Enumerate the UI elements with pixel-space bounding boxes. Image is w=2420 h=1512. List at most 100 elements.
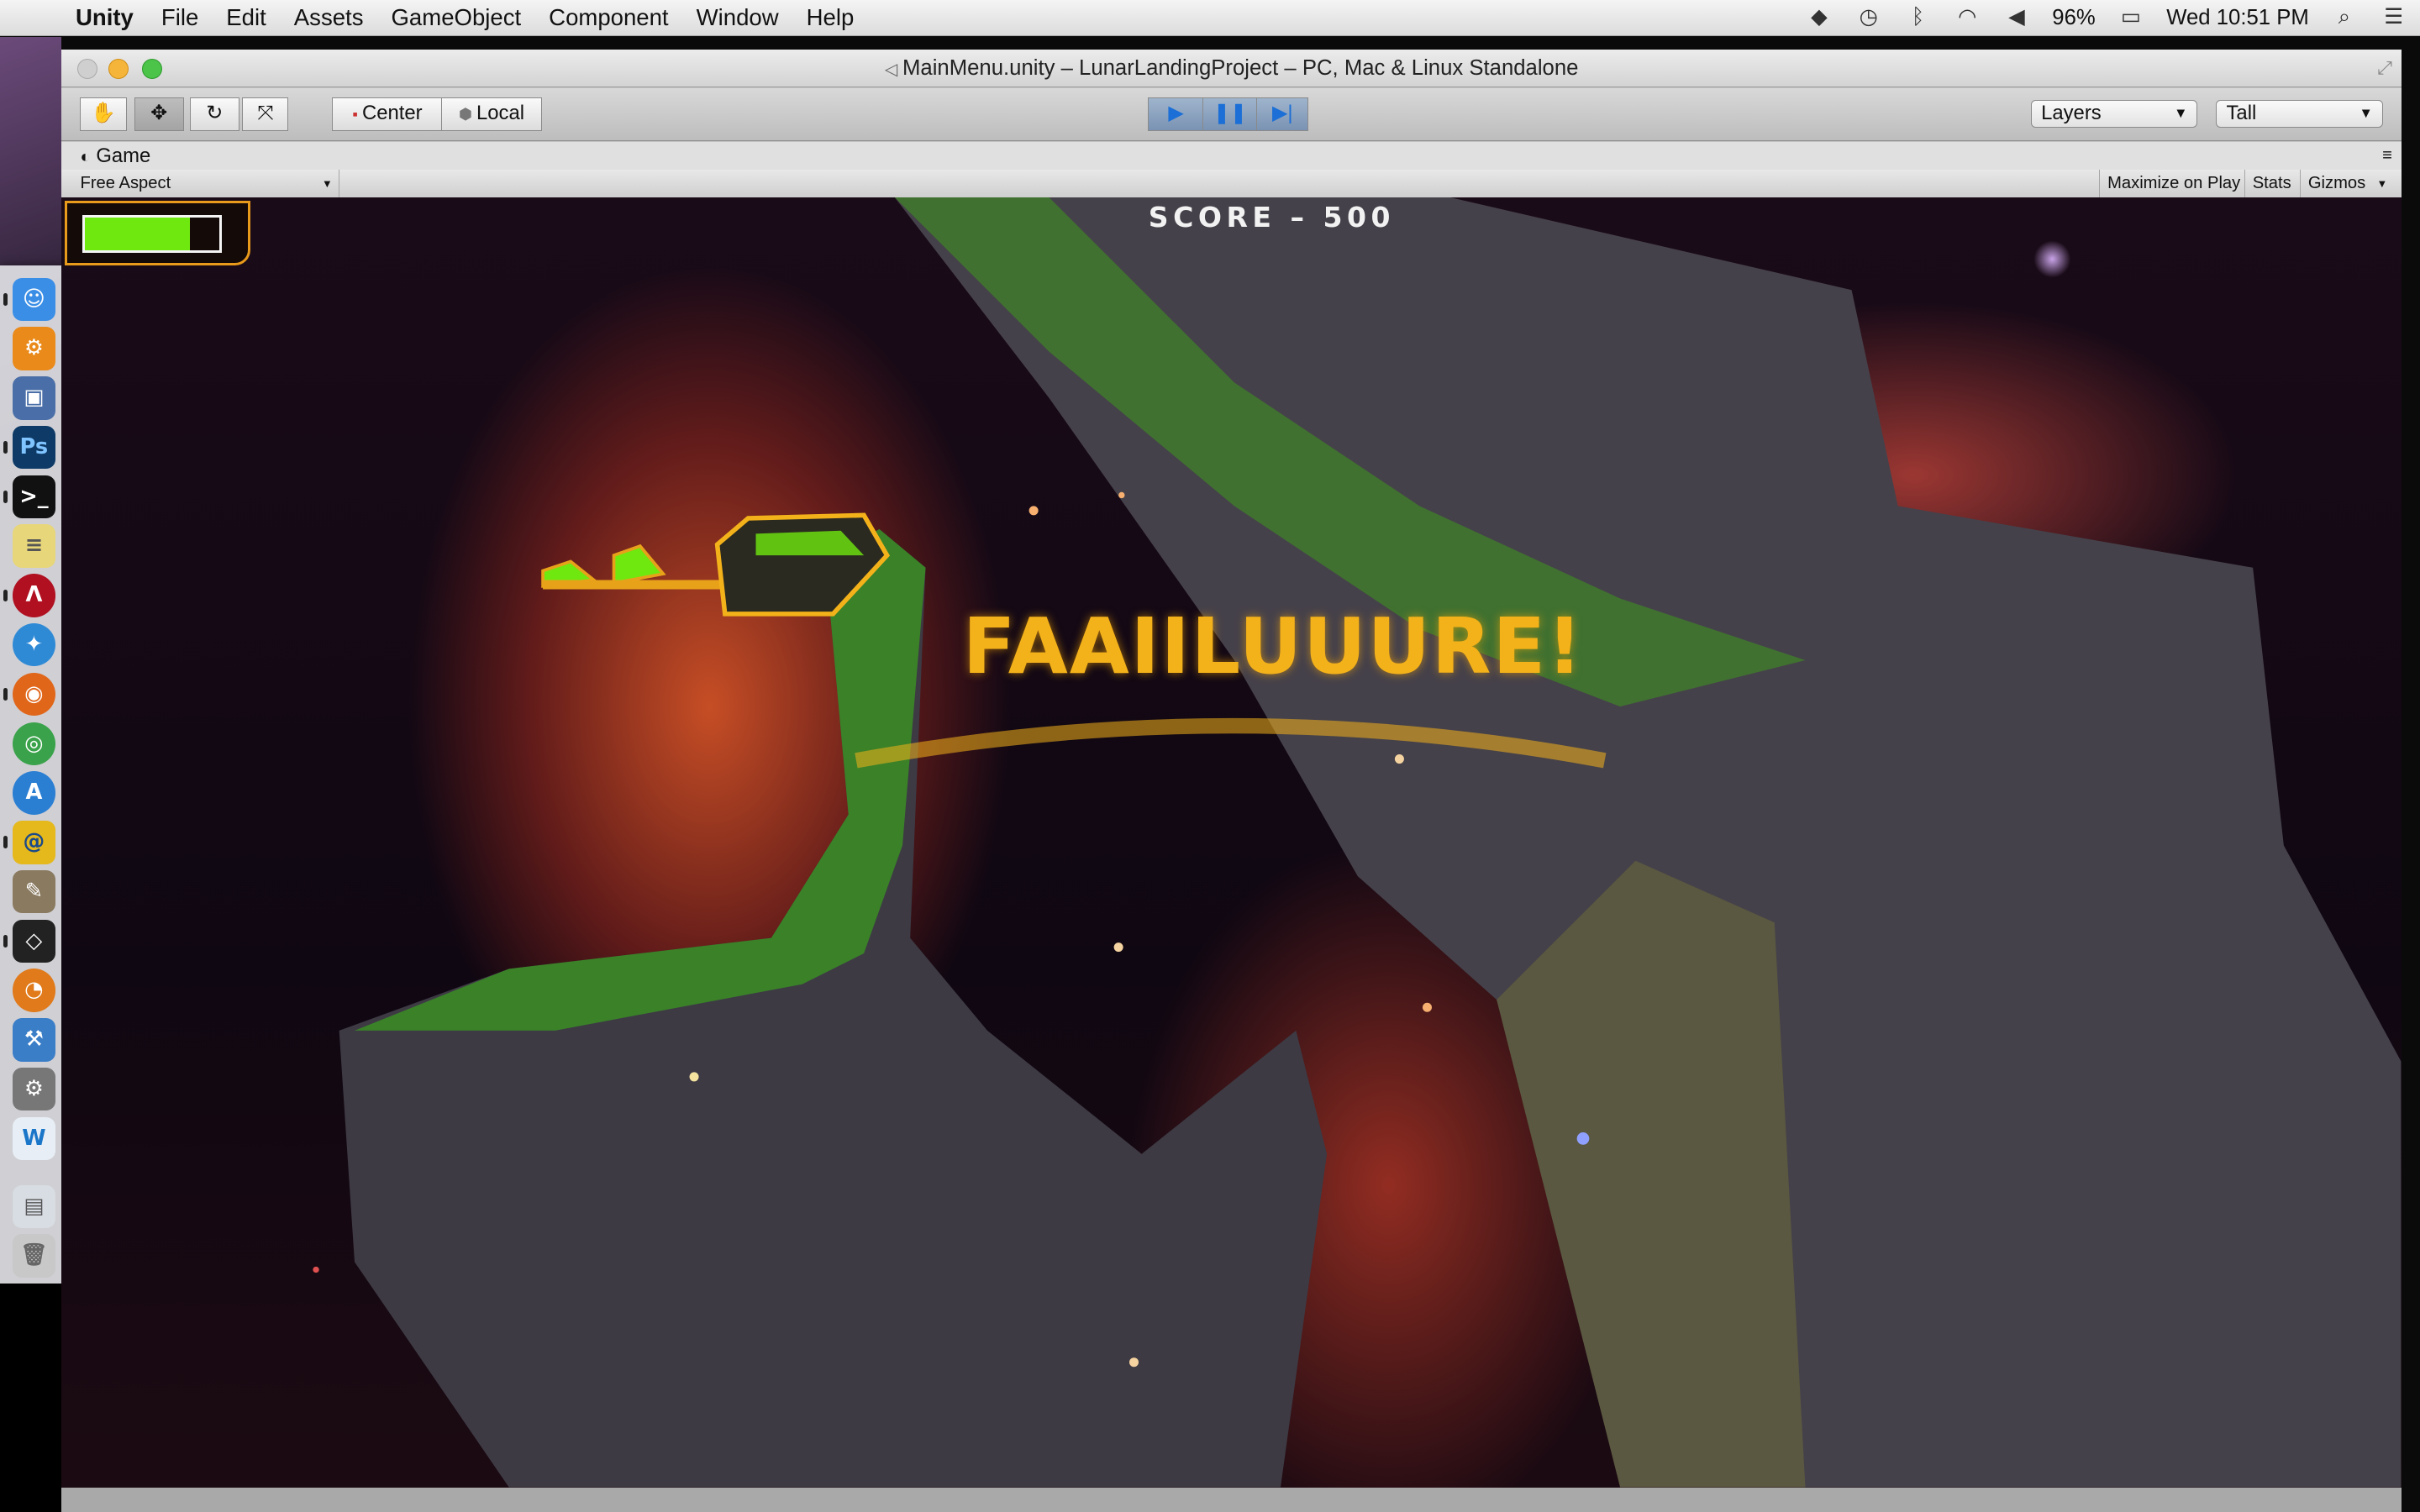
- minimize-button[interactable]: [108, 58, 129, 79]
- menu-gameobject[interactable]: GameObject: [377, 4, 535, 31]
- cyberduck-icon[interactable]: @: [12, 821, 56, 864]
- terminal-icon[interactable]: >_: [12, 475, 56, 519]
- chevron-down-icon: ▼: [2359, 105, 2373, 122]
- photoshop-icon[interactable]: Ps: [12, 425, 56, 470]
- running-indicator: [3, 935, 8, 948]
- spark: [313, 1266, 320, 1273]
- stats-toggle[interactable]: Stats: [2244, 170, 2299, 198]
- running-indicator: [3, 441, 8, 454]
- unity-toolbar: ✋ ✥ ↻ ⤧ ▪ Center ⬢ Local ▶ ❚❚ ▶| Layers ▼…: [61, 87, 2402, 142]
- blender-icon[interactable]: ◔: [12, 969, 56, 1012]
- clock[interactable]: Wed 10:51 PM: [2166, 6, 2309, 30]
- xcode-icon[interactable]: ⚒: [12, 1018, 56, 1062]
- step-button[interactable]: ▶|: [1256, 97, 1309, 132]
- failure-message: FAAIILUUURE!: [962, 601, 1584, 692]
- pivot-local-button[interactable]: ⬢ Local: [441, 97, 542, 132]
- spark: [1129, 1357, 1139, 1368]
- gizmos-dropdown[interactable]: Gizmos: [2299, 170, 2374, 198]
- fuel-track: [82, 215, 222, 253]
- firefox-icon[interactable]: ◉: [12, 672, 56, 717]
- pivot-local-icon: ⬢: [458, 104, 477, 123]
- move-tool-icon[interactable]: ✥: [134, 97, 184, 132]
- battery-icon[interactable]: ▭: [2117, 5, 2144, 29]
- menu-edit[interactable]: Edit: [213, 4, 281, 31]
- trash-icon[interactable]: 🗑: [12, 1234, 56, 1278]
- pivot-center-button[interactable]: ▪ Center: [331, 97, 444, 132]
- chevron-down-icon: ▼: [2376, 177, 2388, 191]
- spotlight-search-icon[interactable]: ⌕: [2330, 5, 2358, 29]
- battery-percent[interactable]: 96%: [2052, 6, 2095, 30]
- menubar: Unity File Edit Assets GameObject Compon…: [0, 0, 2420, 37]
- lander-ship: [541, 512, 891, 617]
- wordpress-icon[interactable]: W: [12, 1116, 56, 1161]
- menu-component[interactable]: Component: [535, 4, 682, 31]
- game-tab-icon: ◐: [80, 147, 91, 166]
- wifi-icon[interactable]: ◠: [1954, 5, 1981, 29]
- bluetooth-icon[interactable]: ᛒ: [1904, 5, 1932, 29]
- app-store-icon[interactable]: A: [12, 771, 56, 815]
- menu-window[interactable]: Window: [682, 4, 792, 31]
- tab-game[interactable]: ◐ Game ≡: [61, 141, 2402, 171]
- game-tab-label: Game: [96, 144, 151, 167]
- chevron-down-icon: ▼: [2174, 105, 2188, 122]
- panel-menu-icon[interactable]: ≡: [2382, 142, 2392, 170]
- spark: [1423, 1002, 1433, 1012]
- pause-button[interactable]: ❚❚: [1202, 97, 1258, 132]
- safari-icon[interactable]: ✦: [12, 623, 56, 667]
- monitor-icon[interactable]: ▣: [12, 376, 56, 420]
- spark: [1029, 506, 1039, 516]
- notification-center-icon[interactable]: ☰: [2380, 5, 2407, 29]
- game-viewport[interactable]: SCORE – 500 FAAIILUUURE!: [61, 197, 2402, 1488]
- menu-assets[interactable]: Assets: [280, 4, 377, 31]
- menu-app[interactable]: Unity: [61, 4, 147, 31]
- running-indicator: [3, 688, 8, 701]
- rotate-tool-icon[interactable]: ↻: [189, 97, 239, 132]
- dropbox-icon[interactable]: ◆: [1806, 5, 1833, 29]
- score-label: SCORE – 500: [1148, 200, 1396, 234]
- downloads-icon[interactable]: ▤: [12, 1184, 56, 1228]
- running-indicator: [3, 836, 8, 849]
- fuel-fill: [85, 218, 190, 250]
- aspect-dropdown[interactable]: Free Aspect ▼: [61, 170, 340, 198]
- chrome-icon[interactable]: ◎: [12, 722, 56, 765]
- dock: ☺ ⚙ ▣ Ps >_ ≡ Λ ✦ ◉ ◎ A @ ✎ ◇ ◔ ⚒ ⚙ W ▤ …: [0, 265, 71, 1284]
- unity-icon[interactable]: ◇: [12, 919, 56, 963]
- disk-utility-icon[interactable]: ⚙: [12, 1067, 56, 1111]
- pivot-local-label: Local: [476, 101, 525, 124]
- spark: [1114, 942, 1124, 953]
- fullscreen-icon[interactable]: ⤢: [2377, 50, 2392, 87]
- volume-icon[interactable]: ◀: [2003, 5, 2031, 29]
- hand-tool-icon[interactable]: ✋: [80, 97, 127, 132]
- spark: [1577, 1132, 1590, 1145]
- running-indicator: [3, 491, 8, 503]
- spark: [1118, 491, 1125, 499]
- zoom-button[interactable]: [141, 58, 162, 79]
- fuel-gauge: [65, 200, 250, 265]
- stickies-icon[interactable]: ≡: [12, 524, 56, 568]
- unity-window: ◁ MainMenu.unity – LunarLandingProject –…: [61, 49, 2402, 1512]
- menubar-status-area: ◆ ◷ ᛒ ◠ ◀ 96% ▭ Wed 10:51 PM ⌕ ☰: [1806, 0, 2408, 35]
- menu-file[interactable]: File: [147, 4, 212, 31]
- game-view-toolbar: Free Aspect ▼ Maximize on Play Stats Giz…: [61, 170, 2402, 199]
- finder-icon[interactable]: ☺: [12, 277, 56, 322]
- close-button[interactable]: [76, 58, 97, 79]
- system-preferences-icon[interactable]: ⚙: [12, 327, 56, 370]
- chevron-down-icon: ▼: [321, 177, 333, 191]
- maximize-on-play-toggle[interactable]: Maximize on Play: [2098, 170, 2249, 198]
- textmate-icon[interactable]: Λ: [12, 574, 56, 617]
- spark: [1395, 754, 1405, 764]
- spark: [689, 1072, 700, 1082]
- gimp-icon[interactable]: ✎: [12, 869, 56, 914]
- layout-dropdown[interactable]: Tall ▼: [2216, 100, 2383, 129]
- layers-label: Layers: [2041, 102, 2102, 125]
- status-bar: [61, 1487, 2402, 1512]
- menu-help[interactable]: Help: [792, 4, 868, 31]
- layout-label: Tall: [2226, 102, 2257, 125]
- pivot-center-label: Center: [361, 101, 423, 124]
- layers-dropdown[interactable]: Layers ▼: [2031, 100, 2198, 129]
- time-machine-icon[interactable]: ◷: [1854, 5, 1882, 29]
- play-button[interactable]: ▶: [1148, 97, 1204, 132]
- aspect-label: Free Aspect: [80, 174, 171, 193]
- window-title: MainMenu.unity – LunarLandingProject – P…: [902, 55, 1579, 80]
- scale-tool-icon[interactable]: ⤧: [242, 97, 289, 132]
